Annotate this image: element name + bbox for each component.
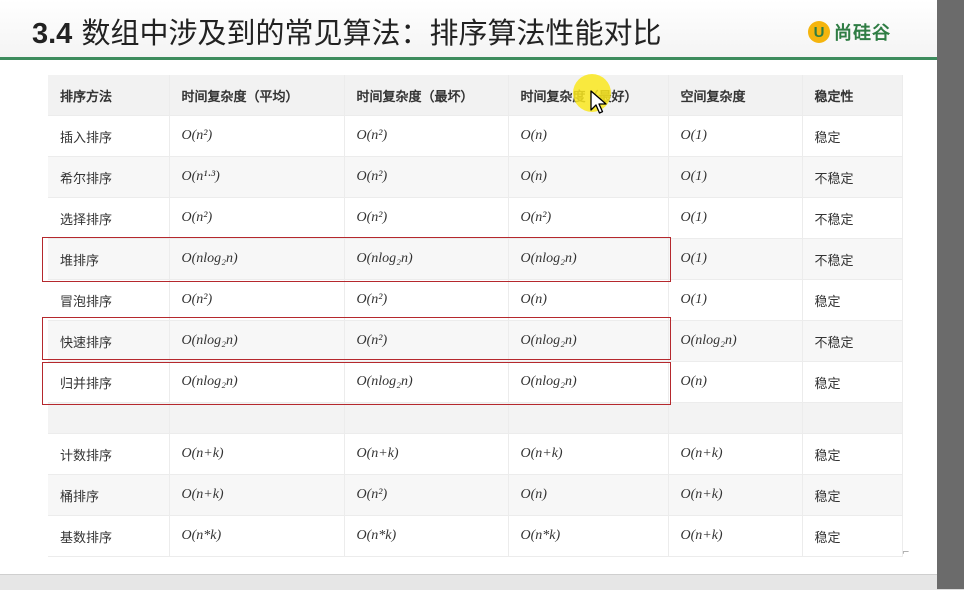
bottom-bar bbox=[0, 574, 937, 590]
table-row: 计数排序 O(n+k) O(n+k) O(n+k) O(n+k) 稳定 bbox=[48, 433, 903, 475]
cell-space: O(n+k) bbox=[668, 515, 803, 557]
cell-method: 桶排序 bbox=[48, 474, 170, 516]
cell-space: O(nlog₂n) bbox=[668, 320, 803, 362]
header-time-avg: 时间复杂度（平均） bbox=[169, 75, 345, 116]
cell-time-avg: O(n²) bbox=[169, 279, 345, 321]
table-row: 基数排序 O(n*k) O(n*k) O(n*k) O(n+k) 稳定 bbox=[48, 515, 903, 557]
brand-name: 尚硅谷 bbox=[834, 23, 891, 44]
cell-stability: 不稳定 bbox=[802, 320, 903, 362]
cell-time-worst: O(n²) bbox=[344, 197, 509, 239]
cell-time-best: O(n²) bbox=[508, 197, 669, 239]
cell-time-best: O(n) bbox=[508, 115, 669, 157]
cell-time-avg: O(n+k) bbox=[169, 474, 345, 516]
table-row: 插入排序 O(n²) O(n²) O(n) O(1) 稳定 bbox=[48, 115, 903, 157]
header-time-worst: 时间复杂度（最坏） bbox=[344, 75, 509, 116]
cell-stability: 稳定 bbox=[802, 279, 903, 321]
cell-time-avg: O(n*k) bbox=[169, 515, 345, 557]
brand: U 尚硅谷 bbox=[808, 17, 891, 47]
cell-time-best: O(n) bbox=[508, 474, 669, 516]
cell-space: O(n+k) bbox=[668, 474, 803, 516]
cell-space: O(n) bbox=[668, 361, 803, 403]
cell-method: 基数排序 bbox=[48, 515, 170, 557]
cell-time-best bbox=[508, 402, 669, 434]
cell-method: 冒泡排序 bbox=[48, 279, 170, 321]
cell-stability: 稳定 bbox=[802, 515, 903, 557]
cell-time-avg: O(n+k) bbox=[169, 433, 345, 475]
cell-stability: 不稳定 bbox=[802, 156, 903, 198]
cell-stability: 不稳定 bbox=[802, 238, 903, 280]
cell-stability: 稳定 bbox=[802, 361, 903, 403]
table-row: 冒泡排序 O(n²) O(n²) O(n) O(1) 稳定 bbox=[48, 279, 903, 321]
title-number: 3.4 bbox=[32, 18, 73, 50]
header-stability: 稳定性 bbox=[802, 75, 903, 116]
cell-stability bbox=[802, 402, 903, 434]
cell-time-worst: O(n²) bbox=[344, 115, 509, 157]
cell-stability: 稳定 bbox=[802, 115, 903, 157]
slide-title: 3.4 数组中涉及到的常见算法：排序算法性能对比 bbox=[32, 10, 662, 52]
title-text: 数组中涉及到的常见算法：排序算法性能对比 bbox=[81, 16, 662, 50]
cell-time-avg: O(n¹·³) bbox=[169, 156, 345, 198]
table-row: 希尔排序 O(n¹·³) O(n²) O(n) O(1) 不稳定 bbox=[48, 156, 903, 198]
table-row: 选择排序 O(n²) O(n²) O(n²) O(1) 不稳定 bbox=[48, 197, 903, 239]
cell-stability: 稳定 bbox=[802, 474, 903, 516]
cell-method: 插入排序 bbox=[48, 115, 170, 157]
cell-time-best: O(n) bbox=[508, 279, 669, 321]
cell-stability: 稳定 bbox=[802, 433, 903, 475]
brand-mark: U bbox=[813, 23, 825, 41]
table-row: 桶排序 O(n+k) O(n²) O(n) O(n+k) 稳定 bbox=[48, 474, 903, 516]
cell-method: 希尔排序 bbox=[48, 156, 170, 198]
cell-time-avg bbox=[169, 402, 345, 434]
header-method: 排序方法 bbox=[48, 75, 170, 116]
cell-time-worst bbox=[344, 402, 509, 434]
slide: 3.4 数组中涉及到的常见算法：排序算法性能对比 U 尚硅谷 排序方法 时间复杂… bbox=[0, 0, 937, 574]
cell-time-worst: O(n²) bbox=[344, 279, 509, 321]
cell-space bbox=[668, 402, 803, 434]
cell-space: O(1) bbox=[668, 238, 803, 280]
cell-time-best: O(n) bbox=[508, 156, 669, 198]
cell-space: O(1) bbox=[668, 197, 803, 239]
cell-method bbox=[48, 402, 170, 434]
highlight-box-quick-sort bbox=[42, 317, 671, 360]
cell-space: O(1) bbox=[668, 115, 803, 157]
header-space: 空间复杂度 bbox=[668, 75, 803, 116]
cell-time-worst: O(n+k) bbox=[344, 433, 509, 475]
cell-space: O(1) bbox=[668, 156, 803, 198]
title-bar: 3.4 数组中涉及到的常见算法：排序算法性能对比 U 尚硅谷 bbox=[0, 0, 937, 58]
slide-corner-mark: ⌐ bbox=[902, 548, 910, 558]
sort-comparison-table: 排序方法 时间复杂度（平均） 时间复杂度（最坏） 时间复杂度（最好） 空间复杂度… bbox=[48, 75, 903, 557]
cell-time-best: O(n*k) bbox=[508, 515, 669, 557]
highlight-box-heap-sort bbox=[42, 237, 671, 282]
cell-time-best: O(n+k) bbox=[508, 433, 669, 475]
window-edge bbox=[937, 0, 964, 589]
cell-time-avg: O(n²) bbox=[169, 115, 345, 157]
table-row bbox=[48, 402, 903, 434]
cell-space: O(n+k) bbox=[668, 433, 803, 475]
brand-logo-icon: U bbox=[808, 21, 830, 43]
mouse-pointer-icon bbox=[590, 90, 607, 114]
cell-time-worst: O(n²) bbox=[344, 156, 509, 198]
cell-time-worst: O(n*k) bbox=[344, 515, 509, 557]
cell-space: O(1) bbox=[668, 279, 803, 321]
table-header-row: 排序方法 时间复杂度（平均） 时间复杂度（最坏） 时间复杂度（最好） 空间复杂度… bbox=[48, 75, 903, 116]
title-divider bbox=[0, 57, 937, 60]
cell-time-worst: O(n²) bbox=[344, 474, 509, 516]
cell-method: 计数排序 bbox=[48, 433, 170, 475]
cell-time-avg: O(n²) bbox=[169, 197, 345, 239]
cell-stability: 不稳定 bbox=[802, 197, 903, 239]
highlight-box-merge-sort bbox=[42, 362, 671, 405]
cell-method: 选择排序 bbox=[48, 197, 170, 239]
